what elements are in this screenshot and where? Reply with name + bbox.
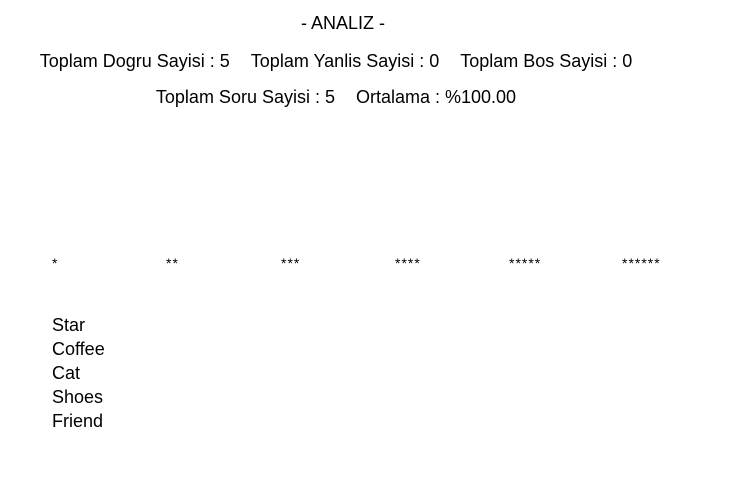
word-item: Friend [52,411,104,431]
star-rating-row: * ** *** **** ***** ****** [0,253,732,273]
star-level-5: ***** [509,255,542,271]
word-list: Star Coffee Cat Shoes Friend [52,313,105,433]
star-level-6: ****** [622,255,661,271]
blank-count-stat: Toplam Bos Sayisi : 0 [460,51,633,71]
average-stat: Ortalama : %100.00 [355,87,517,107]
star-level-2: ** [166,255,179,271]
star-level-4: **** [395,255,421,271]
wrong-count-stat: Toplam Yanlis Sayisi : 0 [250,51,440,71]
stats-row-primary: Toplam Dogru Sayisi : 5 Toplam Yanlis Say… [0,50,672,72]
analysis-title: - ANALIZ - [300,13,385,33]
word-item: Shoes [52,387,104,407]
word-item: Coffee [52,339,105,359]
stats-row-secondary: Toplam Soru Sayisi : 5 Ortalama : %100.00 [0,86,672,108]
word-item: Cat [52,363,81,383]
question-count-stat: Toplam Soru Sayisi : 5 [155,87,335,107]
star-level-1: * [52,255,59,271]
word-item: Star [52,315,86,335]
star-level-3: *** [281,255,301,271]
correct-count-stat: Toplam Dogru Sayisi : 5 [39,51,230,71]
